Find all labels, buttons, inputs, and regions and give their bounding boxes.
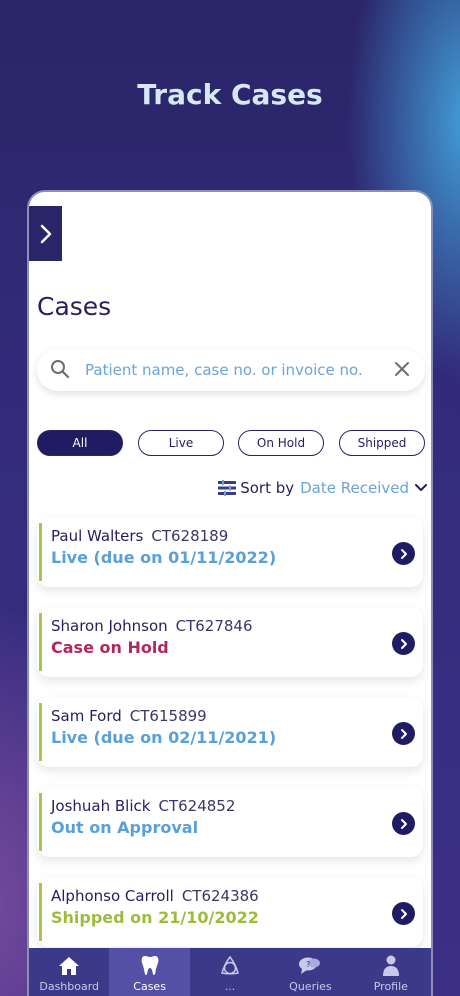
- case-status: Shipped on 21/10/2022: [51, 908, 259, 927]
- case-status: Case on Hold: [51, 638, 169, 657]
- case-header: Paul Walters CT628189: [51, 527, 228, 545]
- case-card[interactable]: Joshuah Blick CT624852 Out on Approval: [37, 787, 423, 857]
- case-header: Sam Ford CT615899: [51, 707, 207, 725]
- person-icon: [382, 955, 399, 976]
- open-case-button[interactable]: [392, 722, 415, 745]
- case-accent-bar: [39, 883, 42, 941]
- nav-more[interactable]: ...: [190, 948, 270, 996]
- nav-label: Dashboard: [39, 980, 100, 993]
- case-status: Out on Approval: [51, 818, 199, 837]
- filter-shipped-button[interactable]: Shipped: [339, 430, 425, 456]
- chevron-right-icon: [400, 818, 407, 829]
- nav-cases[interactable]: Cases: [109, 948, 190, 996]
- filter-all-button[interactable]: All: [37, 430, 123, 456]
- nav-label: Queries: [289, 980, 332, 993]
- case-header: Sharon Johnson CT627846: [51, 617, 253, 635]
- filter-live-button[interactable]: Live: [138, 430, 224, 456]
- patient-name: Sharon Johnson: [51, 617, 168, 635]
- case-accent-bar: [39, 703, 42, 761]
- tooth-icon: [141, 956, 158, 975]
- nav-label: Cases: [133, 980, 166, 993]
- chat-bubbles-icon: ?: [299, 957, 321, 974]
- open-case-button[interactable]: [392, 632, 415, 655]
- expand-sidebar-button[interactable]: [29, 206, 62, 261]
- case-card[interactable]: Sharon Johnson CT627846 Case on Hold: [37, 607, 423, 677]
- patient-name: Sam Ford: [51, 707, 122, 725]
- bottom-navigation: Dashboard Cases ... ? Queries Profile: [29, 948, 431, 996]
- case-number: CT615899: [129, 707, 207, 725]
- case-accent-bar: [39, 793, 42, 851]
- chevron-right-icon: [400, 728, 407, 739]
- search-input[interactable]: Patient name, case no. or invoice no.: [85, 361, 363, 379]
- search-icon: [51, 360, 70, 379]
- search-bar[interactable]: Patient name, case no. or invoice no.: [37, 349, 425, 391]
- case-header: Alphonso Carroll CT624386: [51, 887, 259, 905]
- svg-text:?: ?: [306, 960, 310, 969]
- open-case-button[interactable]: [392, 542, 415, 565]
- page-title: Track Cases: [137, 78, 323, 111]
- chevron-right-icon: [400, 908, 407, 919]
- filter-on-hold-button[interactable]: On Hold: [238, 430, 324, 456]
- case-number: CT628189: [151, 527, 229, 545]
- case-status: Live (due on 02/11/2021): [51, 728, 277, 747]
- status-filters: All Live On Hold Shipped: [37, 430, 429, 458]
- patient-name: Paul Walters: [51, 527, 144, 545]
- open-case-button[interactable]: [392, 902, 415, 925]
- patient-name: Joshuah Blick: [51, 797, 151, 815]
- chevron-right-icon: [40, 224, 51, 243]
- patient-name: Alphonso Carroll: [51, 887, 174, 905]
- case-number: CT624852: [158, 797, 236, 815]
- cases-panel: Cases Patient name, case no. or invoice …: [27, 190, 433, 996]
- nav-dashboard[interactable]: Dashboard: [29, 948, 109, 996]
- nav-label: Profile: [373, 980, 408, 993]
- sort-icon: [218, 480, 237, 496]
- chevron-right-icon: [400, 638, 407, 649]
- case-number: CT624386: [181, 887, 259, 905]
- knot-icon: [221, 955, 239, 975]
- case-status: Live (due on 01/11/2022): [51, 548, 277, 567]
- case-card[interactable]: Paul Walters CT628189 Live (due on 01/11/…: [37, 517, 423, 587]
- case-header: Joshuah Blick CT624852: [51, 797, 235, 815]
- nav-label: ...: [224, 980, 236, 993]
- sort-label: Sort by: [240, 479, 295, 497]
- nav-queries[interactable]: ? Queries: [270, 948, 350, 996]
- sort-value[interactable]: Date Received: [300, 479, 409, 497]
- chevron-right-icon: [400, 548, 407, 559]
- cases-heading: Cases: [37, 292, 112, 321]
- sort-control[interactable]: Sort by Date Received: [218, 478, 427, 498]
- case-number: CT627846: [175, 617, 253, 635]
- case-card[interactable]: Alphonso Carroll CT624386 Shipped on 21/1…: [37, 877, 423, 947]
- close-icon[interactable]: [393, 360, 411, 378]
- case-accent-bar: [39, 613, 42, 671]
- home-icon: [59, 957, 80, 975]
- open-case-button[interactable]: [392, 812, 415, 835]
- nav-profile[interactable]: Profile: [351, 948, 431, 996]
- case-accent-bar: [39, 523, 42, 581]
- chevron-down-icon[interactable]: [415, 484, 427, 492]
- case-card[interactable]: Sam Ford CT615899 Live (due on 02/11/2021…: [37, 697, 423, 767]
